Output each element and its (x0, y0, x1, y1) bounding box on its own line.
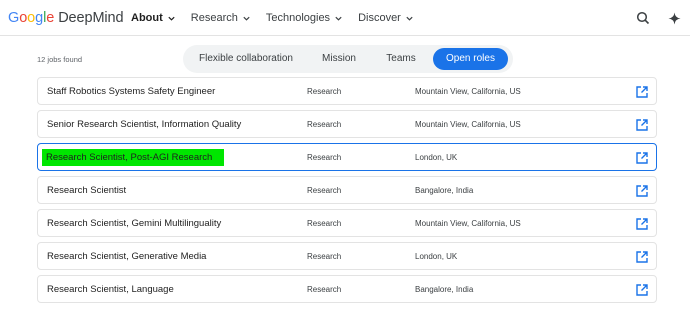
nav-technologies-label: Technologies (265, 12, 331, 24)
job-title[interactable]: Research Scientist (47, 185, 126, 196)
job-team: Research (307, 87, 342, 96)
job-title[interactable]: Senior Research Scientist, Information Q… (47, 119, 241, 130)
chevron-down-icon (406, 16, 413, 21)
job-location: London, UK (415, 153, 458, 162)
job-team: Research (307, 186, 342, 195)
job-row[interactable]: Research Scientist, Language Research Bang… (37, 275, 657, 303)
job-row[interactable]: Senior Research Scientist, Information Q… (37, 110, 657, 138)
job-title[interactable]: Research Scientist, Post-AGI Research (42, 149, 225, 166)
logo-deepmind-text: DeepMind (58, 10, 124, 26)
job-title[interactable]: Research Scientist, Gemini Multilinguali… (47, 218, 221, 229)
job-row[interactable]: Research Scientist, Gemini Multilinguali… (37, 209, 657, 237)
job-row[interactable]: Research Scientist, Generative Media Rese… (37, 242, 657, 270)
job-location: London, UK (415, 252, 458, 261)
nav-about-label: About (131, 12, 163, 24)
open-in-new-icon[interactable] (635, 118, 649, 132)
nav-research-label: Research (190, 12, 238, 24)
job-title[interactable]: Research Scientist, Language (47, 284, 174, 295)
open-in-new-icon[interactable] (635, 250, 649, 264)
job-team: Research (307, 153, 342, 162)
logo-google-text: Google (8, 10, 55, 26)
open-in-new-icon[interactable] (635, 217, 649, 231)
tab-flexible-collaboration[interactable]: Flexible collaboration (187, 48, 305, 70)
job-location: Bangalore, India (415, 186, 474, 195)
job-title[interactable]: Staff Robotics Systems Safety Engineer (47, 86, 215, 97)
nav-technologies[interactable]: Technologies (266, 9, 343, 27)
nav-about[interactable]: About (131, 9, 176, 27)
job-team: Research (307, 120, 342, 129)
search-icon[interactable] (634, 9, 652, 27)
job-team: Research (307, 252, 342, 261)
tab-teams[interactable]: Teams (373, 48, 429, 70)
job-title[interactable]: Research Scientist, Generative Media (47, 251, 206, 262)
open-in-new-icon[interactable] (635, 151, 649, 165)
nav-discover[interactable]: Discover (358, 9, 414, 27)
chevron-down-icon (335, 16, 342, 21)
job-location: Mountain View, California, US (415, 219, 521, 228)
tab-open-roles[interactable]: Open roles (433, 48, 508, 70)
main-nav: About Research Technologies Discover (131, 9, 429, 27)
job-location: Mountain View, California, US (415, 87, 521, 96)
google-deepmind-logo[interactable]: Google DeepMind (8, 8, 124, 28)
section-tabs: Flexible collaboration Mission Teams Ope… (183, 45, 513, 73)
job-team: Research (307, 219, 342, 228)
open-in-new-icon[interactable] (635, 184, 649, 198)
sparkle-icon[interactable] (665, 9, 683, 27)
nav-research[interactable]: Research (191, 9, 251, 27)
open-in-new-icon[interactable] (635, 85, 649, 99)
job-row[interactable]: Research Scientist, Post-AGI Research Res… (37, 143, 657, 171)
job-row[interactable]: Staff Robotics Systems Safety Engineer Re… (37, 77, 657, 105)
open-in-new-icon[interactable] (635, 283, 649, 297)
nav-discover-label: Discover (358, 12, 401, 24)
job-row[interactable]: Research Scientist Research Bangalore, Ind… (37, 176, 657, 204)
tab-mission[interactable]: Mission (307, 48, 371, 70)
job-team: Research (307, 285, 342, 294)
chevron-down-icon (243, 16, 250, 21)
chevron-down-icon (168, 16, 175, 21)
site-header: Google DeepMind About Research Technolog… (0, 0, 690, 36)
job-location: Mountain View, California, US (415, 120, 521, 129)
job-location: Bangalore, India (415, 285, 474, 294)
jobs-count: 12 jobs found (37, 55, 83, 64)
